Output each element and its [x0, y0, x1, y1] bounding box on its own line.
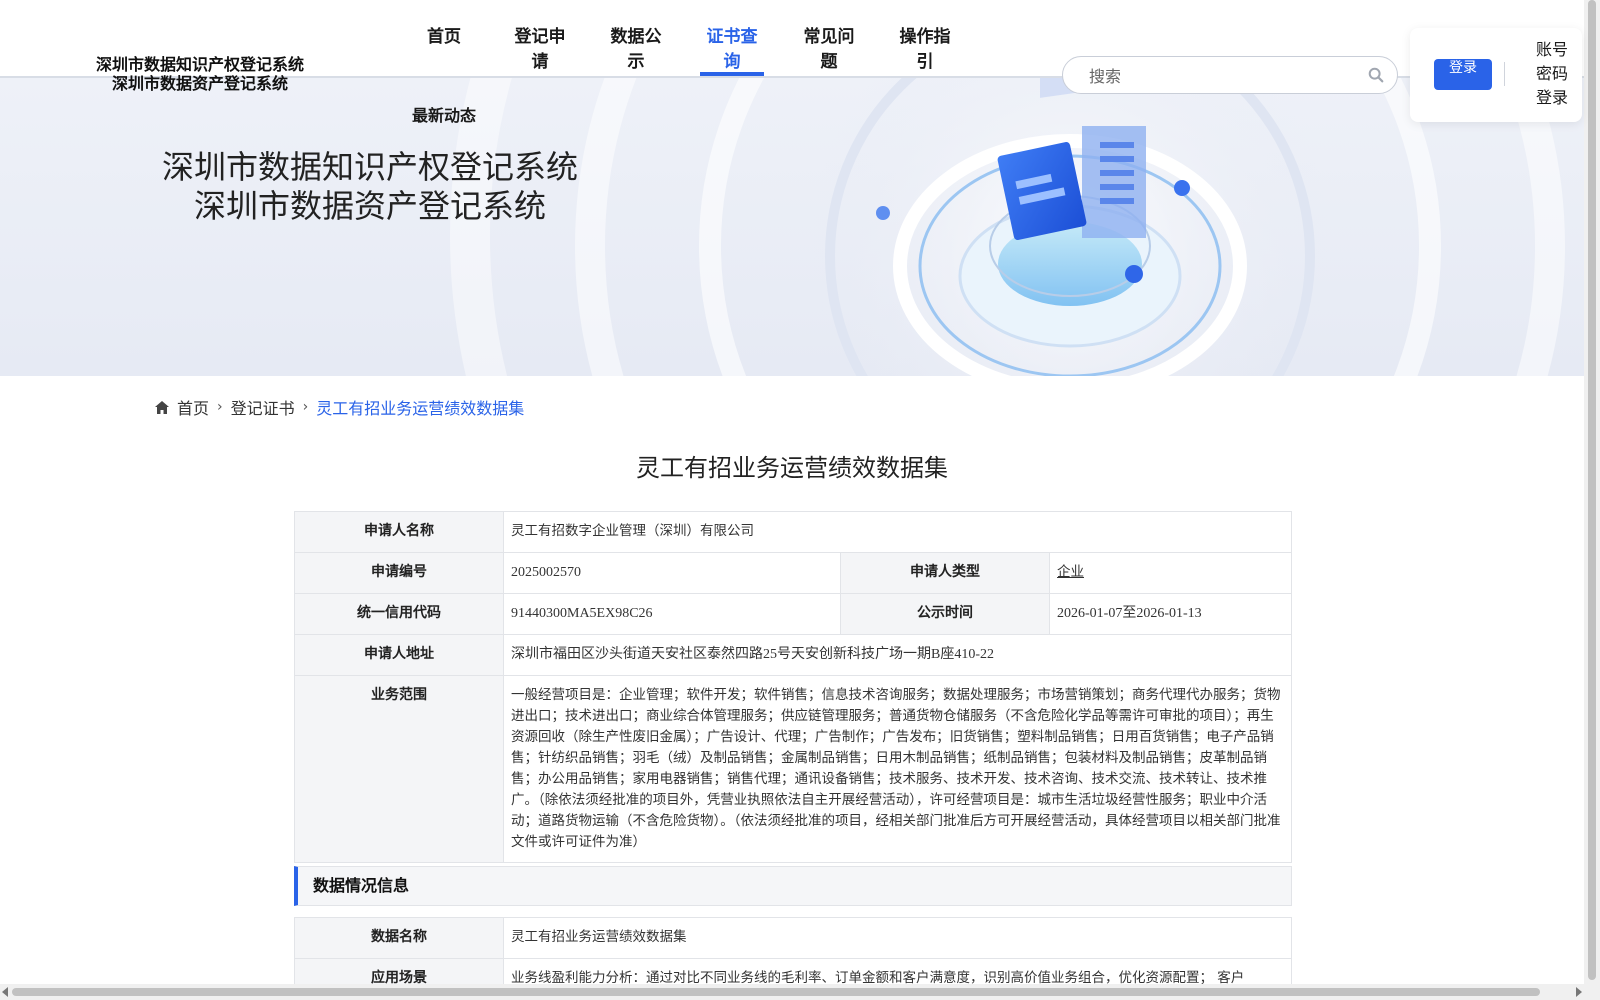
nav-register-apply[interactable]: 登记申请 [508, 22, 572, 76]
banner-title: 深圳市数据知识产权登记系统 深圳市数据资产登记系统 [160, 148, 580, 226]
site-brand[interactable]: 深圳市数据知识产权登记系统 深圳市数据资产登记系统 [90, 56, 310, 94]
banner-title-line-1: 深圳市数据知识产权登记系统 [161, 149, 578, 185]
account-password-login-link[interactable]: 账号 密码 登录 [1532, 38, 1572, 110]
breadcrumb-current[interactable]: 灵工有招业务运营绩效数据集 [316, 395, 524, 419]
table-row: 申请编号 2025002570 申请人类型 企业 [294, 552, 1292, 594]
nav-certificate-query[interactable]: 证书查询 [700, 22, 764, 76]
applicant-type-link[interactable]: 企业 [1057, 564, 1084, 580]
breadcrumb: 首页 › 登记证书 › 灵工有招业务运营绩效数据集 [155, 395, 524, 419]
vertical-scrollbar-thumb[interactable] [1588, 0, 1596, 980]
table-row: 申请人地址 深圳市福田区沙头街道天安社区泰然四路25号天安创新科技广场一期B座4… [294, 634, 1292, 676]
account-link-text-3: 登录 [1535, 88, 1568, 107]
applicant-address-value: 深圳市福田区沙头街道天安社区泰然四路25号天安创新科技广场一期B座410-22 [503, 634, 1292, 676]
data-name-value: 灵工有招业务运营绩效数据集 [503, 917, 1292, 959]
nav-data-publicity[interactable]: 数据公示 [603, 22, 669, 76]
applicant-name-label: 申请人名称 [294, 511, 504, 553]
banner-title-line-2: 深圳市数据资产登记系统 [193, 188, 546, 224]
data-info-section-heading: 数据情况信息 [294, 866, 1292, 906]
applicant-type-label: 申请人类型 [840, 552, 1050, 594]
breadcrumb-certificates[interactable]: 登记证书 [231, 395, 295, 419]
search-box[interactable] [1062, 56, 1398, 94]
page-title: 灵工有招业务运营绩效数据集 [636, 454, 948, 482]
login-divider [1504, 62, 1505, 86]
horizontal-scrollbar-thumb[interactable] [12, 988, 1540, 996]
search-input[interactable] [1087, 65, 1361, 87]
nav-faq[interactable]: 常见问题 [796, 22, 862, 76]
account-link-text-1: 账号 [1535, 40, 1568, 59]
applicant-type-value[interactable]: 企业 [1049, 552, 1292, 594]
applicant-info-table: 申请人名称 灵工有招数字企业管理（深圳）有限公司 申请编号 2025002570… [294, 511, 1292, 863]
application-number-value: 2025002570 [503, 552, 841, 594]
scroll-right-icon[interactable] [1576, 987, 1582, 997]
table-row: 统一信用代码 91440300MA5EX98C26 公示时间 2026-01-0… [294, 593, 1292, 635]
business-scope-value: 一般经营项目是：企业管理；软件开发；软件销售；信息技术咨询服务；数据处理服务；市… [503, 675, 1292, 863]
hero-banner: 深圳市数据知识产权登记系统 深圳市数据资产登记系统 [0, 76, 1584, 376]
publicity-period-value: 2026-01-07至2026-01-13 [1049, 593, 1292, 635]
nav-home[interactable]: 首页 [426, 22, 462, 76]
scroll-left-icon[interactable] [2, 987, 8, 997]
business-scope-label: 业务范围 [294, 675, 504, 863]
search-icon[interactable] [1367, 66, 1385, 84]
breadcrumb-home[interactable]: 首页 [177, 395, 209, 419]
login-panel: 登录 账号 密码 登录 [1410, 28, 1582, 122]
nav-latest-news[interactable]: 最新动态 [412, 102, 476, 126]
login-button[interactable]: 登录 [1434, 59, 1492, 90]
account-link-text-2: 密码 [1535, 64, 1568, 83]
nav-guide[interactable]: 操作指引 [892, 22, 958, 76]
banner-illustration [450, 76, 1565, 376]
chevron-right-icon: › [217, 399, 223, 415]
chevron-right-icon: › [302, 399, 309, 415]
table-row: 数据名称 灵工有招业务运营绩效数据集 [294, 917, 1292, 959]
publicity-period-label: 公示时间 [840, 593, 1050, 635]
application-number-label: 申请编号 [294, 552, 504, 594]
horizontal-scrollbar[interactable] [0, 984, 1584, 1000]
brand-line-2: 深圳市数据资产登记系统 [111, 76, 288, 93]
credit-code-label: 统一信用代码 [294, 593, 504, 635]
table-row: 业务范围 一般经营项目是：企业管理；软件开发；软件销售；信息技术咨询服务；数据处… [294, 675, 1292, 863]
table-row: 申请人名称 灵工有招数字企业管理（深圳）有限公司 [294, 511, 1292, 553]
applicant-address-label: 申请人地址 [294, 634, 504, 676]
vertical-scrollbar[interactable] [1584, 0, 1600, 1000]
applicant-name-value: 灵工有招数字企业管理（深圳）有限公司 [503, 511, 1292, 553]
data-name-label: 数据名称 [294, 917, 504, 959]
home-icon[interactable] [155, 400, 169, 414]
credit-code-value: 91440300MA5EX98C26 [503, 593, 841, 635]
brand-line-1: 深圳市数据知识产权登记系统 [95, 57, 304, 74]
